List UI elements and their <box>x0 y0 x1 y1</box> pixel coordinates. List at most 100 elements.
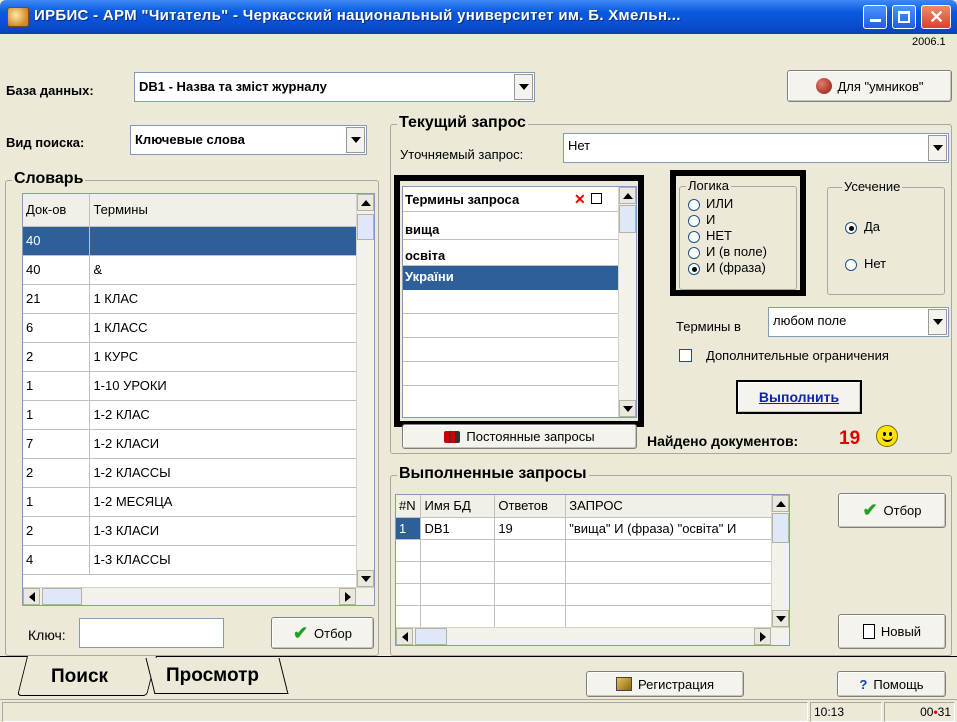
chevron-down-icon[interactable] <box>514 74 533 100</box>
scroll-down-arrow-icon[interactable] <box>619 400 636 417</box>
irbis-reader-window: ИРБИС - АРМ "Читатель" - Черкасский наци… <box>0 0 957 722</box>
cell-docs: 2 <box>23 516 91 546</box>
registration-button[interactable]: Регистрация <box>586 671 744 697</box>
scroll-up-arrow-icon[interactable] <box>619 187 636 204</box>
key-input[interactable] <box>79 618 224 648</box>
help-button[interactable]: ? Помощь <box>837 671 946 697</box>
truncation-radio-yes[interactable] <box>845 222 857 234</box>
app-icon <box>7 7 29 27</box>
table-row[interactable]: 1 DB1 19 "вища" И (фраза) "освіта" И <box>396 517 773 540</box>
scroll-right-arrow-icon[interactable] <box>339 588 356 605</box>
truncation-option-yes: Да <box>864 219 881 234</box>
scroll-thumb[interactable] <box>415 628 447 645</box>
scroll-right-arrow-icon[interactable] <box>754 628 771 645</box>
search-type-combo[interactable]: Ключевые слова <box>130 125 367 155</box>
table-row[interactable]: 61 КЛАСС <box>23 313 358 343</box>
scroll-up-arrow-icon[interactable] <box>772 495 789 512</box>
table-row[interactable]: 21 КУРС <box>23 342 358 372</box>
logic-radio-and[interactable] <box>688 215 700 227</box>
scroll-thumb[interactable] <box>357 214 374 240</box>
executed-select-label: Отбор <box>883 503 922 518</box>
tab-view-label: Просмотр <box>166 665 260 686</box>
logic-radio-or[interactable] <box>688 199 700 211</box>
experts-button-label: Для "умников" <box>837 78 924 94</box>
chevron-down-icon[interactable] <box>346 127 365 153</box>
table-row[interactable] <box>396 539 773 562</box>
cell-docs: 6 <box>23 313 91 343</box>
scroll-left-arrow-icon[interactable] <box>396 628 413 645</box>
table-row[interactable]: 7 1-2 КЛАСИ <box>23 429 358 459</box>
table-row[interactable] <box>396 561 773 584</box>
refine-query-combo[interactable]: Нет <box>563 133 949 163</box>
table-row[interactable]: 1 1-10 УРОКИ <box>23 371 358 401</box>
table-row[interactable]: 40 & <box>23 255 358 285</box>
delete-term-icon[interactable]: ✕ <box>574 191 586 208</box>
column-header-number[interactable]: #N <box>396 495 422 518</box>
cell-term: 1-2 МЕСЯЦА <box>89 487 358 517</box>
execute-button[interactable]: Выполнить <box>736 380 862 414</box>
chevron-down-icon[interactable] <box>928 309 947 335</box>
term-item-selected[interactable]: України <box>403 266 620 290</box>
query-terms-grid[interactable]: Термины запроса ✕ вища освіта України <box>402 186 637 418</box>
executed-vscroll[interactable] <box>771 495 789 627</box>
refine-value: Нет <box>568 138 591 153</box>
column-header-terms[interactable]: Термины <box>89 194 358 227</box>
truncation-radio-no[interactable] <box>845 259 857 271</box>
column-header-docs[interactable]: Док-ов <box>23 194 91 227</box>
permanent-queries-button[interactable]: Постоянные запросы <box>402 424 637 449</box>
executed-hscroll[interactable] <box>396 627 789 645</box>
clear-terms-icon[interactable] <box>591 193 602 204</box>
cell-number: 1 <box>396 517 422 540</box>
term-item[interactable]: освіта <box>405 248 445 263</box>
dictionary-select-label: Отбор <box>314 625 353 641</box>
dictionary-grid[interactable]: Док-ов Термины 40 40 & 21 1 КЛАС 61 КЛАСС … <box>22 193 375 606</box>
terms-in-combo[interactable]: любом поле <box>768 307 949 337</box>
dictionary-vscroll[interactable] <box>356 194 374 587</box>
column-header-answers[interactable]: Ответов <box>494 495 567 518</box>
cell-term: 1-2 КЛАС <box>89 400 358 430</box>
extra-limits-label: Дополнительные ограничения <box>706 348 889 363</box>
terms-vscroll[interactable] <box>618 187 636 417</box>
minimize-button[interactable] <box>863 5 887 29</box>
term-item[interactable]: вища <box>405 222 439 237</box>
cell-term: 1-10 УРОКИ <box>89 371 358 401</box>
chevron-down-icon[interactable] <box>928 135 947 161</box>
cell-term: 1 КЛАСС <box>89 313 358 343</box>
column-header-query[interactable]: ЗАПРОС <box>565 495 773 518</box>
database-value: DB1 - Назва та зміст журналу <box>139 79 327 94</box>
executed-select-button[interactable]: ✔ Отбор <box>838 493 946 528</box>
new-query-button[interactable]: Новый <box>838 614 946 649</box>
table-row[interactable]: 1 1-2 КЛАС <box>23 400 358 430</box>
table-row[interactable]: 2 1-3 КЛАСИ <box>23 516 358 546</box>
column-header-dbname[interactable]: Имя БД <box>420 495 496 518</box>
scroll-thumb[interactable] <box>42 588 82 605</box>
logic-radio-not[interactable] <box>688 231 700 243</box>
close-button[interactable]: ✕ <box>921 5 951 29</box>
scroll-up-arrow-icon[interactable] <box>357 194 374 211</box>
maximize-button[interactable] <box>892 5 916 29</box>
experts-button[interactable]: Для "умников" <box>787 70 952 102</box>
dictionary-select-button[interactable]: ✔ Отбор <box>271 617 374 649</box>
table-row[interactable] <box>396 605 773 628</box>
dictionary-hscroll[interactable] <box>23 587 374 605</box>
database-label: База данных: <box>6 83 94 98</box>
logic-radio-and-field[interactable] <box>688 247 700 259</box>
execute-button-label: Выполнить <box>758 389 840 405</box>
executed-queries-grid[interactable]: #N Имя БД Ответов ЗАПРОС 1 DB1 19 "вища"… <box>395 494 790 646</box>
terms-in-label: Термины в <box>676 319 741 334</box>
scroll-left-arrow-icon[interactable] <box>23 588 40 605</box>
scroll-down-arrow-icon[interactable] <box>357 570 374 587</box>
scroll-thumb[interactable] <box>772 513 789 543</box>
scroll-thumb[interactable] <box>619 205 636 233</box>
scroll-down-arrow-icon[interactable] <box>772 610 789 627</box>
window-title: ИРБИС - АРМ "Читатель" - Черкасский наци… <box>34 7 681 24</box>
logic-radio-and-phrase[interactable] <box>688 263 700 275</box>
table-row[interactable] <box>396 583 773 606</box>
table-row[interactable]: 2 1-2 КЛАССЫ <box>23 458 358 488</box>
extra-limits-checkbox[interactable] <box>679 349 692 362</box>
table-row[interactable]: 40 <box>23 226 358 256</box>
table-row[interactable]: 21 1 КЛАС <box>23 284 358 314</box>
database-combo[interactable]: DB1 - Назва та зміст журналу <box>134 72 535 102</box>
table-row[interactable]: 1 1-2 МЕСЯЦА <box>23 487 358 517</box>
table-row[interactable]: 4 1-3 КЛАССЫ <box>23 545 358 575</box>
